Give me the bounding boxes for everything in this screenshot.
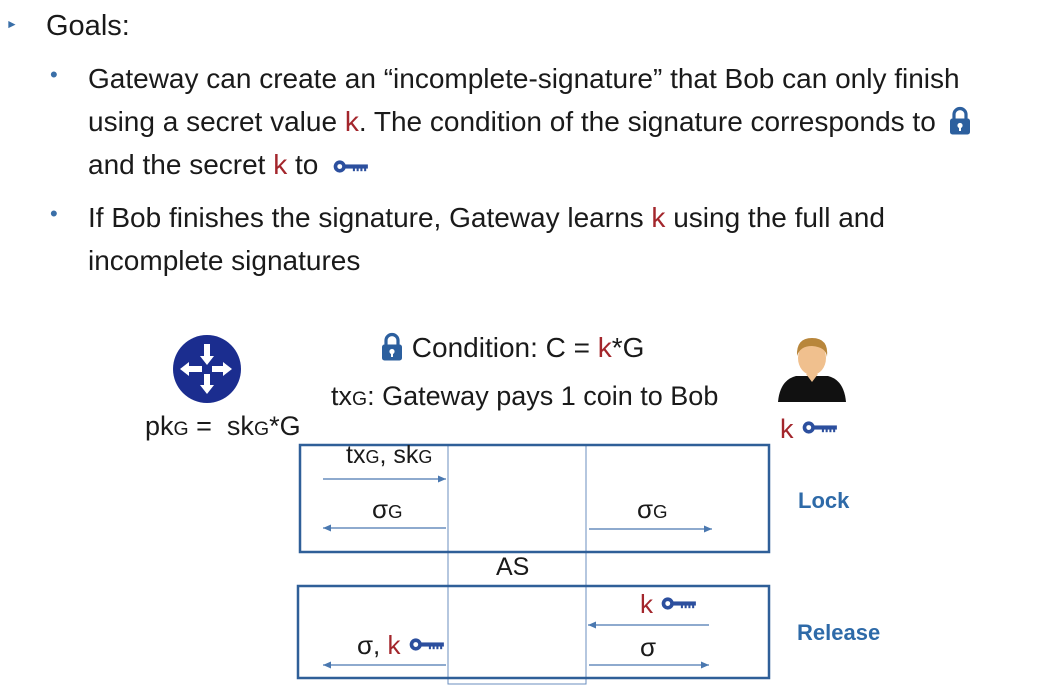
- msg-sigma-g-left: σG: [372, 494, 403, 524]
- key-icon: [801, 420, 839, 435]
- goal-item-1-line-1: Gateway can create an “incomplete-signat…: [88, 63, 960, 94]
- public-key-label: pkG = skG*G: [145, 411, 301, 441]
- goal-item-2: If Bob finishes the signature, Gateway l…: [88, 196, 885, 282]
- msg-sigma-g-right: σG: [637, 494, 668, 524]
- k-variable: k: [780, 414, 794, 444]
- lock-phase-label: Lock: [798, 488, 850, 513]
- release-phase-label: Release: [797, 620, 881, 645]
- key-icon: [660, 596, 698, 611]
- goals-heading: Goals:: [46, 10, 130, 42]
- msg-sigma-k-release-left: σ, k: [357, 630, 446, 661]
- msg-tx-sk: txG, skG: [346, 441, 433, 469]
- msg-k-release: k: [640, 589, 698, 620]
- key-icon: [408, 637, 446, 652]
- bullet-dot-icon: •: [50, 201, 58, 226]
- condition-label: Condition: C = k*G: [380, 332, 644, 364]
- bullet-dot-icon: •: [50, 62, 58, 87]
- key-icon: [332, 159, 370, 174]
- user-icon: [778, 338, 846, 402]
- goal-item-2-line-2: incomplete signatures: [88, 245, 361, 276]
- msg-sigma-release-right: σ: [640, 632, 657, 662]
- goal-item-1-line-3: and the secret k to: [88, 143, 972, 186]
- lock-icon: [380, 332, 404, 362]
- k-variable: k: [597, 332, 612, 363]
- transaction-label: txG: Gateway pays 1 coin to Bob: [331, 381, 719, 411]
- k-variable: k: [344, 106, 359, 137]
- k-variable: k: [651, 202, 666, 233]
- bullet-triangle-icon: ►: [6, 17, 18, 31]
- goal-item-1-line-2: using a secret value k. The condition of…: [88, 100, 972, 143]
- k-variable: k: [640, 589, 653, 619]
- k-variable: k: [387, 630, 401, 660]
- as-label: AS: [496, 553, 530, 581]
- bob-secret: k: [780, 414, 839, 445]
- goal-item-2-line-1: If Bob finishes the signature, Gateway l…: [88, 202, 885, 233]
- lock-icon: [948, 106, 972, 136]
- k-variable: k: [273, 149, 288, 180]
- goal-item-1: Gateway can create an “incomplete-signat…: [88, 57, 972, 186]
- router-icon: [173, 335, 241, 403]
